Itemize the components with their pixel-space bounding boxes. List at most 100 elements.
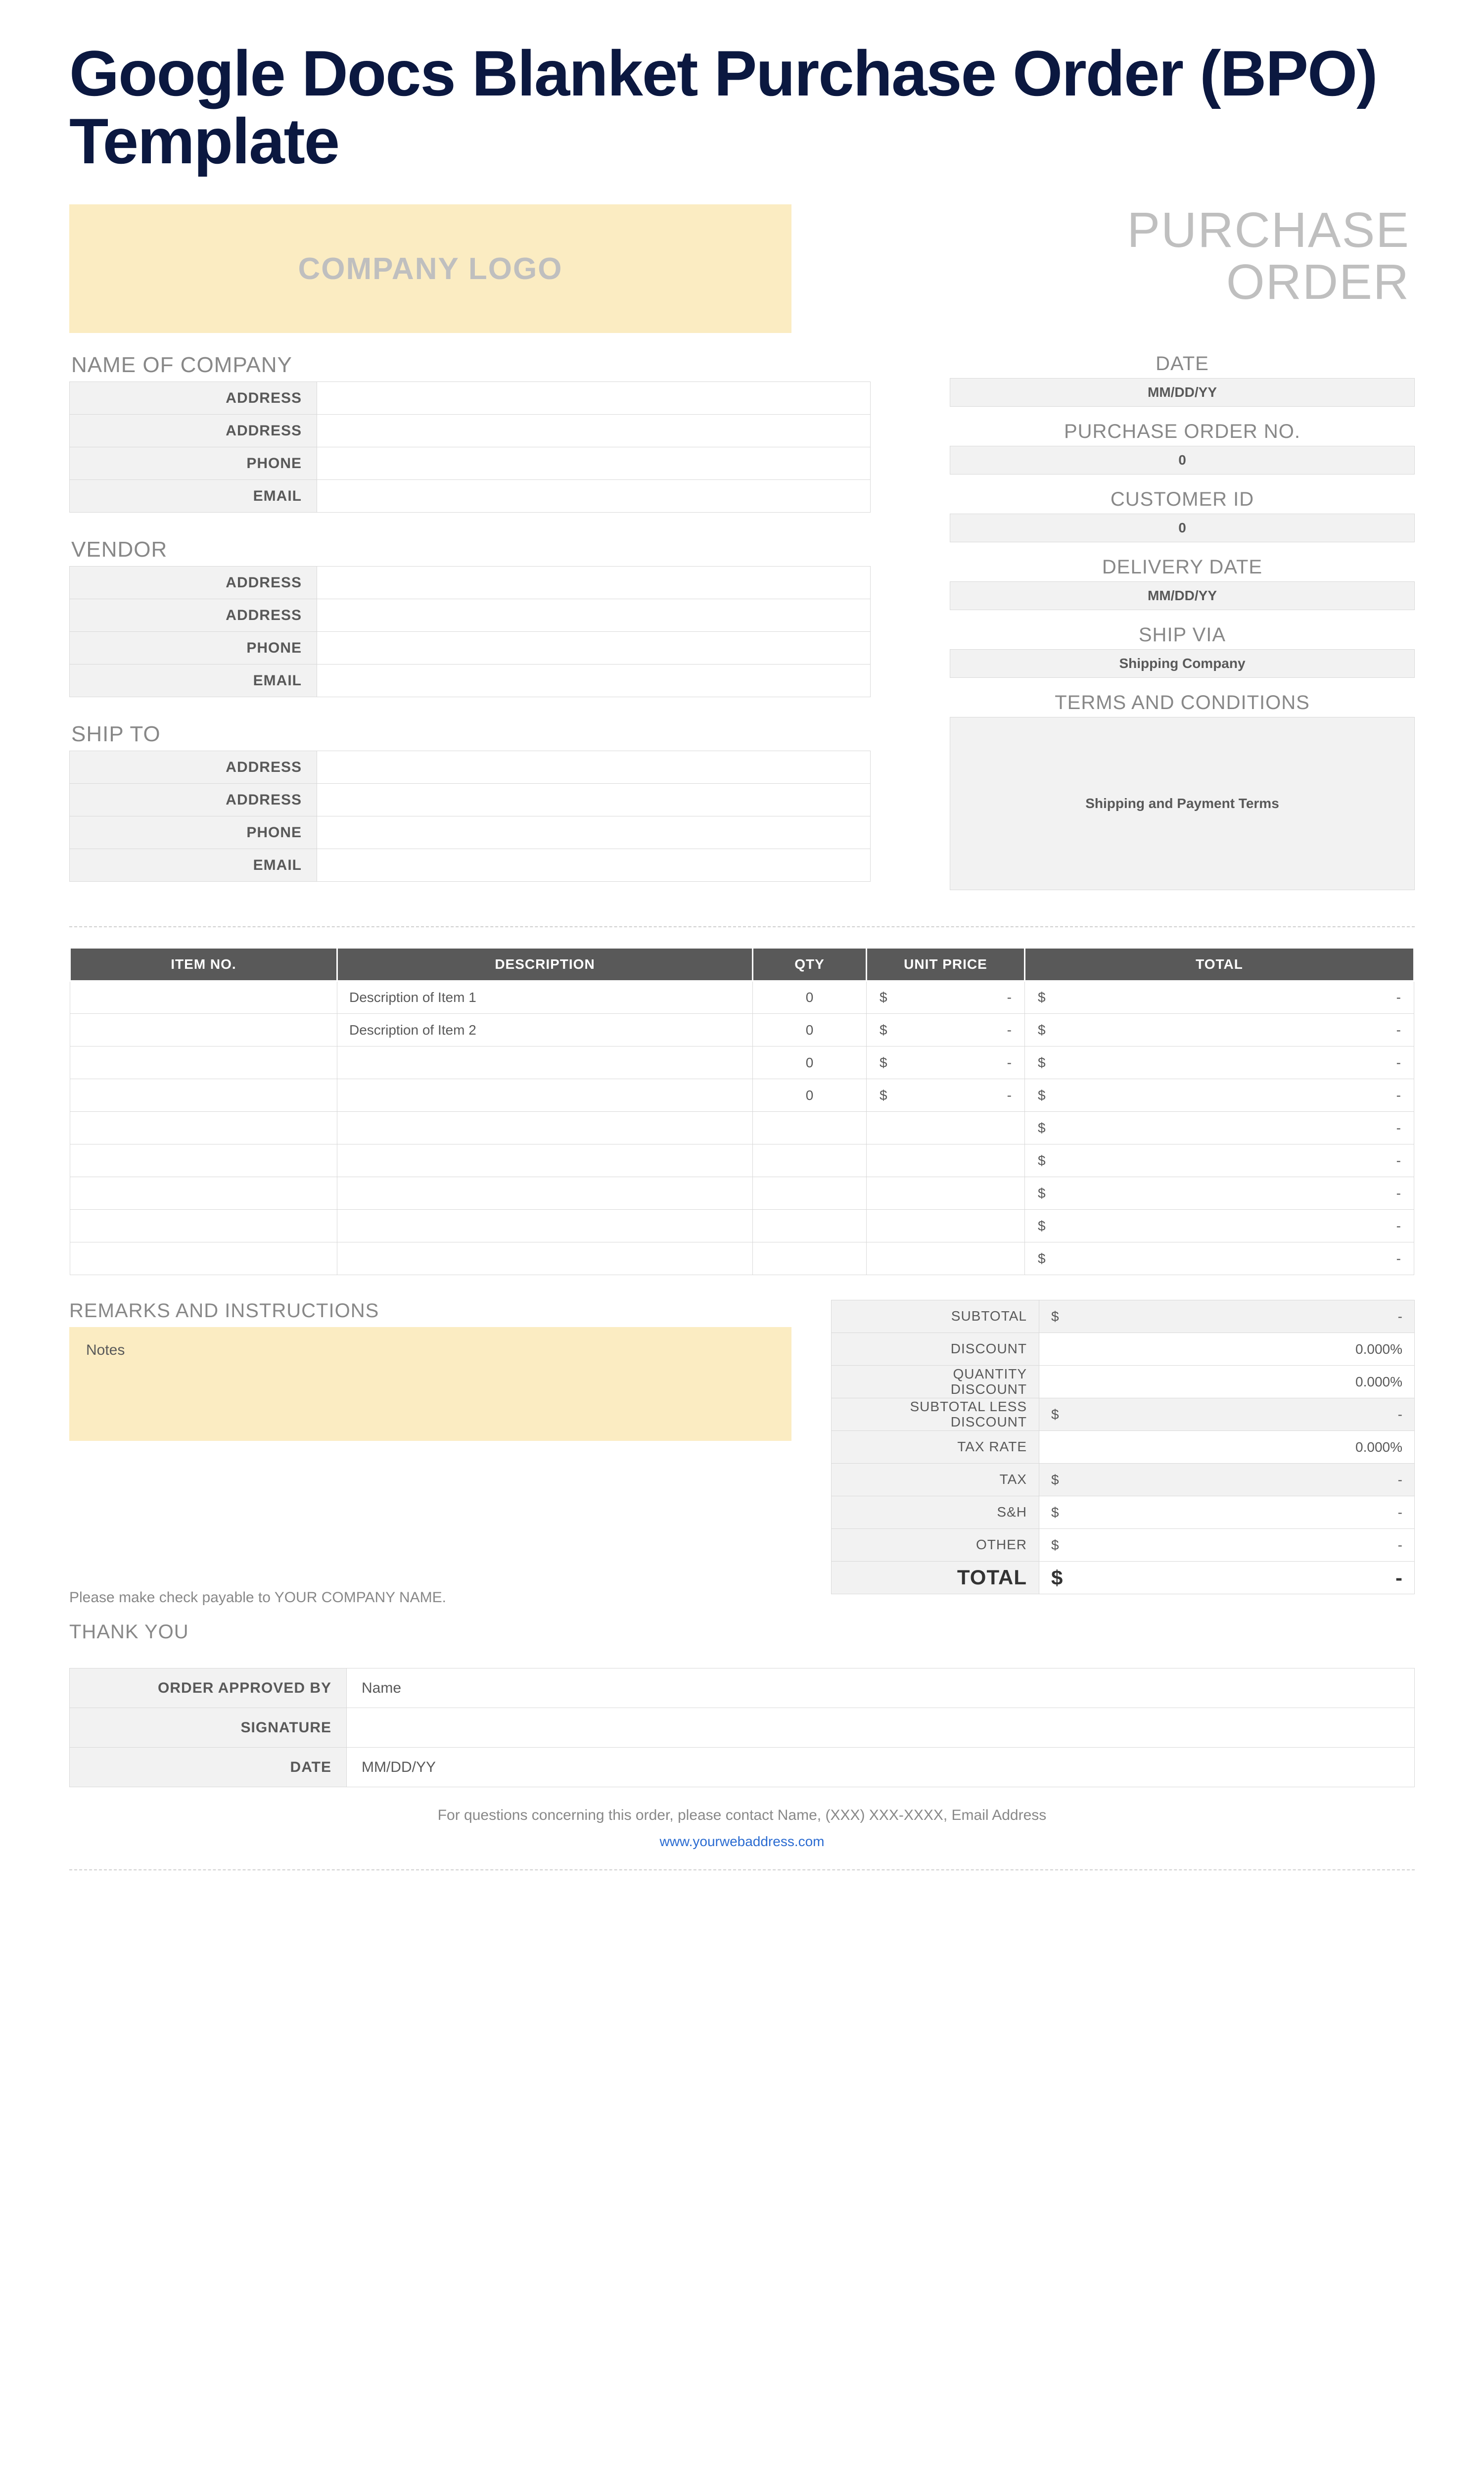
description-cell[interactable]: Description of Item 1 xyxy=(337,981,753,1014)
approval-date-value[interactable]: MM/DD/YY xyxy=(347,1748,1415,1787)
qty-cell[interactable] xyxy=(753,1210,867,1242)
line-total-cell[interactable]: $- xyxy=(1025,1177,1414,1210)
totals-row-s_and_h: S&H$- xyxy=(832,1496,1415,1529)
vendor-phone-value[interactable] xyxy=(317,632,871,665)
item-no-cell[interactable] xyxy=(70,1112,337,1144)
customer-id-value[interactable]: 0 xyxy=(950,514,1415,542)
company-phone-label: PHONE xyxy=(70,447,317,480)
table-row: $- xyxy=(70,1144,1414,1177)
line-total-cell[interactable]: $- xyxy=(1025,1144,1414,1177)
description-cell[interactable]: Description of Item 2 xyxy=(337,1014,753,1047)
remarks-notes[interactable]: Notes xyxy=(69,1327,791,1441)
line-total-cell[interactable]: $- xyxy=(1025,1210,1414,1242)
vendor-address2-value[interactable] xyxy=(317,599,871,632)
item-no-cell[interactable] xyxy=(70,1079,337,1112)
footer-url[interactable]: www.yourwebaddress.com xyxy=(69,1834,1415,1850)
item-no-cell[interactable] xyxy=(70,1177,337,1210)
items-header-qty: QTY xyxy=(753,948,867,981)
table-row: $- xyxy=(70,1177,1414,1210)
item-no-cell[interactable] xyxy=(70,1014,337,1047)
item-no-cell[interactable] xyxy=(70,1144,337,1177)
unit-price-cell[interactable]: $- xyxy=(867,981,1025,1014)
line-total-cell[interactable]: $- xyxy=(1025,1014,1414,1047)
qty-cell[interactable] xyxy=(753,1177,867,1210)
unit-price-cell[interactable] xyxy=(867,1210,1025,1242)
description-cell[interactable] xyxy=(337,1112,753,1144)
unit-price-cell[interactable] xyxy=(867,1177,1025,1210)
terms-value[interactable]: Shipping and Payment Terms xyxy=(950,717,1415,890)
unit-price-cell[interactable] xyxy=(867,1242,1025,1275)
description-cell[interactable] xyxy=(337,1210,753,1242)
unit-price-cell[interactable] xyxy=(867,1112,1025,1144)
totals-label: S&H xyxy=(832,1496,1039,1529)
approved-by-value[interactable]: Name xyxy=(347,1668,1415,1708)
item-no-cell[interactable] xyxy=(70,1210,337,1242)
totals-value[interactable]: $- xyxy=(1039,1398,1415,1431)
qty-cell[interactable]: 0 xyxy=(753,1079,867,1112)
terms-label: TERMS AND CONDITIONS xyxy=(950,692,1415,714)
totals-table: SUBTOTAL$-DISCOUNT0.000%QUANTITYDISCOUNT… xyxy=(831,1300,1415,1594)
qty-cell[interactable]: 0 xyxy=(753,1014,867,1047)
company-phone-value[interactable] xyxy=(317,447,871,480)
line-total-cell[interactable]: $- xyxy=(1025,1242,1414,1275)
unit-price-cell[interactable]: $- xyxy=(867,1014,1025,1047)
company-address-value[interactable] xyxy=(317,382,871,415)
line-total-cell[interactable]: $- xyxy=(1025,1047,1414,1079)
shipto-address-value[interactable] xyxy=(317,751,871,784)
company-email-value[interactable] xyxy=(317,480,871,513)
delivery-date-value[interactable]: MM/DD/YY xyxy=(950,581,1415,610)
qty-cell[interactable] xyxy=(753,1112,867,1144)
item-no-cell[interactable] xyxy=(70,981,337,1014)
signature-label: SIGNATURE xyxy=(70,1708,347,1748)
grand-total-value[interactable]: $- xyxy=(1039,1562,1415,1594)
totals-value[interactable]: $- xyxy=(1039,1464,1415,1496)
totals-value[interactable]: $- xyxy=(1039,1529,1415,1562)
totals-value[interactable]: 0.000% xyxy=(1039,1333,1415,1366)
vendor-address2-label: ADDRESS xyxy=(70,599,317,632)
unit-price-cell[interactable]: $- xyxy=(867,1047,1025,1079)
shipto-phone-value[interactable] xyxy=(317,816,871,849)
unit-price-cell[interactable] xyxy=(867,1144,1025,1177)
line-total-cell[interactable]: $- xyxy=(1025,1112,1414,1144)
description-cell[interactable] xyxy=(337,1177,753,1210)
description-cell[interactable] xyxy=(337,1144,753,1177)
qty-cell[interactable]: 0 xyxy=(753,1047,867,1079)
qty-cell[interactable]: 0 xyxy=(753,981,867,1014)
unit-price-cell[interactable]: $- xyxy=(867,1079,1025,1112)
description-cell[interactable] xyxy=(337,1079,753,1112)
company-address2-label: ADDRESS xyxy=(70,415,317,447)
qty-cell[interactable] xyxy=(753,1242,867,1275)
totals-label: OTHER xyxy=(832,1529,1039,1562)
date-value[interactable]: MM/DD/YY xyxy=(950,378,1415,407)
item-no-cell[interactable] xyxy=(70,1047,337,1079)
purchase-order-heading: PURCHASE ORDER xyxy=(811,204,1415,333)
totals-value[interactable]: 0.000% xyxy=(1039,1431,1415,1464)
totals-value[interactable]: $- xyxy=(1039,1496,1415,1529)
po-number-label: PURCHASE ORDER NO. xyxy=(950,421,1415,443)
page-title: Google Docs Blanket Purchase Order (BPO)… xyxy=(69,40,1415,175)
ship-via-value[interactable]: Shipping Company xyxy=(950,649,1415,678)
company-address2-value[interactable] xyxy=(317,415,871,447)
totals-value[interactable]: 0.000% xyxy=(1039,1366,1415,1398)
totals-label: SUBTOTAL LESSDISCOUNT xyxy=(832,1398,1039,1431)
items-header-total: TOTAL xyxy=(1025,948,1414,981)
totals-row-tax: TAX$- xyxy=(832,1464,1415,1496)
totals-label: DISCOUNT xyxy=(832,1333,1039,1366)
shipto-address2-value[interactable] xyxy=(317,784,871,816)
item-no-cell[interactable] xyxy=(70,1242,337,1275)
items-header-unitprice: UNIT PRICE xyxy=(867,948,1025,981)
signature-value[interactable] xyxy=(347,1708,1415,1748)
totals-value[interactable]: $- xyxy=(1039,1300,1415,1333)
vendor-email-value[interactable] xyxy=(317,665,871,697)
description-cell[interactable] xyxy=(337,1242,753,1275)
po-number-value[interactable]: 0 xyxy=(950,446,1415,475)
shipto-address-label: ADDRESS xyxy=(70,751,317,784)
customer-id-label: CUSTOMER ID xyxy=(950,488,1415,511)
qty-cell[interactable] xyxy=(753,1144,867,1177)
vendor-address-value[interactable] xyxy=(317,567,871,599)
line-total-cell[interactable]: $- xyxy=(1025,1079,1414,1112)
shipto-email-value[interactable] xyxy=(317,849,871,882)
line-total-cell[interactable]: $- xyxy=(1025,981,1414,1014)
description-cell[interactable] xyxy=(337,1047,753,1079)
totals-row-qty_discount: QUANTITYDISCOUNT0.000% xyxy=(832,1366,1415,1398)
